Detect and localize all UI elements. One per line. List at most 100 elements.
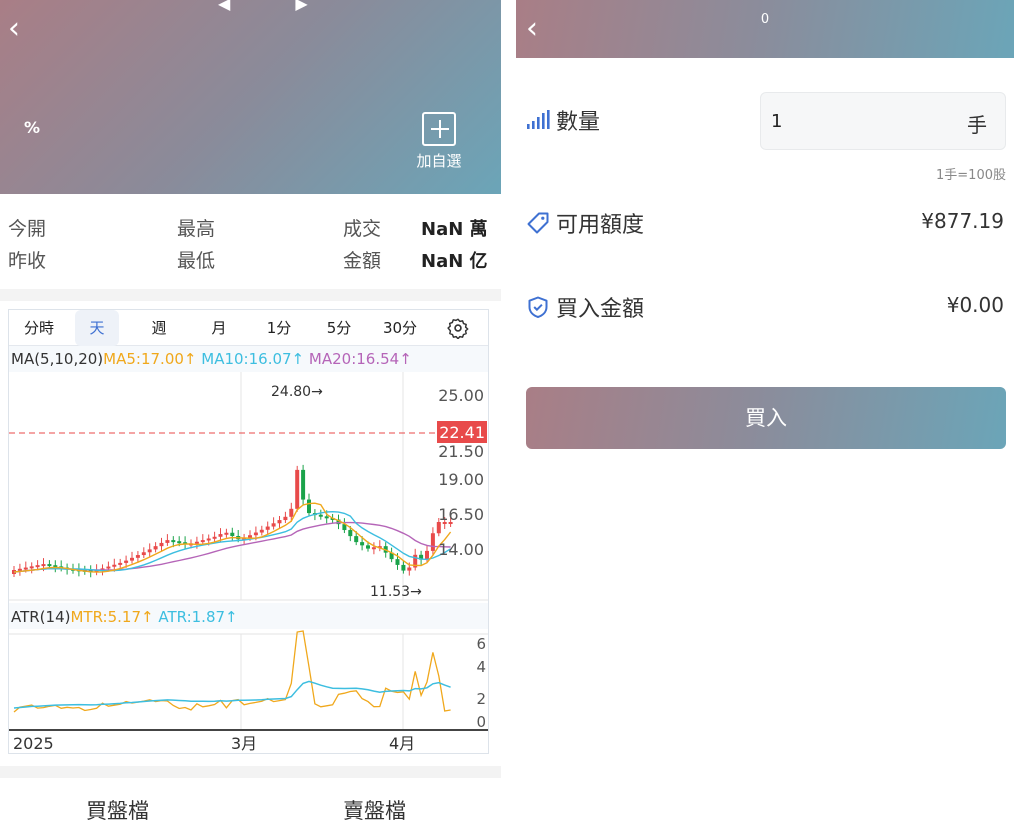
candle [112,564,117,567]
high-price-marker: 24.80→ [271,384,323,400]
order-header: ‹ 0 [516,0,1014,58]
hero-top-glyphs: ◀ ▶ [218,0,338,13]
ma5-value: MA5:17.00↑ [103,350,197,368]
candle [360,542,365,546]
candle [118,562,123,565]
atr-tick: 0 [476,713,486,731]
available-funds-label: 可用額度 [556,213,645,238]
shield-check-icon [528,296,548,318]
volume-value: NaN 萬 [421,219,488,240]
candle [371,547,376,550]
gear-icon[interactable] [447,317,469,339]
candle [153,546,158,550]
candle [301,469,306,500]
tab-week[interactable]: 週 [137,310,181,346]
atr-tick: 6 [476,635,486,653]
candle [289,508,294,517]
price-chart-canvas: 22.41 25.00 21.50 19.00 16.50 14.00 24.8… [9,372,488,753]
candle [200,540,205,543]
divider [0,289,501,301]
buy-amount-label: 買入金額 [556,297,645,322]
candle [35,565,40,568]
candle [224,532,229,535]
candle [277,520,282,524]
quantity-input[interactable]: 1 手 [760,92,1006,150]
candle [177,541,182,544]
price-tick: 21.50 [438,442,484,461]
candle [29,566,34,569]
amount-label: 金額 [343,250,382,272]
atr-tick: 4 [476,658,486,676]
ma-legend: MA(5,10,20)MA5:17.00↑ MA10:16.07↑ MA20:1… [11,350,412,368]
candle [318,514,323,517]
quantity-value: 1 [771,111,783,132]
amount-value: NaN 亿 [421,251,488,272]
candle [354,536,359,543]
candle [430,533,435,551]
mtr-line [13,630,451,713]
plus-icon [422,112,456,146]
ma10-line [13,510,451,573]
candle [259,529,264,533]
add-favorite-button[interactable]: 加自選 [410,112,468,171]
candle [366,545,370,549]
tab-bid-book[interactable]: 買盤檔 [86,795,149,825]
ma-name: MA(5,10,20) [11,350,104,368]
candle [271,523,276,527]
back-button[interactable]: ‹ [8,14,32,44]
buy-order-panel: ‹ 0 數量 1 手 1手=100股 可用額度 ¥877.19 買入金額 ¥0.… [516,0,1014,840]
prev-close-label: 昨收 [8,250,47,272]
stock-header: ‹ ◀ ▶ % 加自選 [0,0,501,194]
candle [17,568,22,571]
low-label: 最低 [177,250,216,272]
price-tick: 16.50 [438,505,484,524]
time-tick: 3月 [231,734,257,753]
order-book-tabs: 買盤檔 賣盤檔 [0,795,501,835]
quantity-unit: 手 [967,113,987,137]
tab-30min[interactable]: 30分 [375,310,425,346]
buy-amount-value: ¥0.00 [946,293,1004,317]
open-label: 今開 [8,218,47,240]
candle [159,542,164,547]
tab-day[interactable]: 天 [75,310,119,346]
candle [253,532,258,536]
candle [324,516,329,519]
price-tick: 19.00 [438,470,484,489]
candle [307,499,311,514]
candle [218,534,223,537]
candle [171,540,176,543]
ma10-value: MA10:16.07↑ [201,350,305,368]
tab-minute[interactable]: 分時 [15,310,63,346]
candle [130,557,134,561]
add-favorite-label: 加自選 [416,152,462,170]
candle [230,532,235,536]
kline-chart[interactable]: 分時 天 週 月 1分 5分 30分 MA(5,10,20)MA5:17.00↑… [8,309,489,754]
tab-1min[interactable]: 1分 [257,310,301,346]
candle [283,516,288,521]
buy-button[interactable]: 買入 [526,387,1006,449]
candle [106,566,111,569]
period-tabs: 分時 天 週 月 1分 5分 30分 [9,310,488,346]
candle [165,540,170,543]
time-tick: 2025 [13,734,54,753]
candle [47,564,52,567]
current-price-label: 22.41 [439,423,485,442]
price-tick: 14.00 [438,540,484,559]
candle [23,567,28,570]
low-price-marker: 11.53→ [370,584,422,600]
candle [194,541,199,544]
candle [124,560,129,563]
high-label: 最高 [177,218,216,240]
candle [135,555,140,558]
atr-tick: 2 [476,690,486,708]
tab-month[interactable]: 月 [197,310,241,346]
available-funds-value: ¥877.19 [921,209,1004,233]
candle [348,530,353,537]
candle [265,526,270,530]
tab-5min[interactable]: 5分 [317,310,361,346]
candle [41,564,46,567]
tab-ask-book[interactable]: 賣盤檔 [343,795,406,825]
candle [206,538,211,541]
ma5-line [13,502,452,573]
order-title: 0 [760,12,770,27]
